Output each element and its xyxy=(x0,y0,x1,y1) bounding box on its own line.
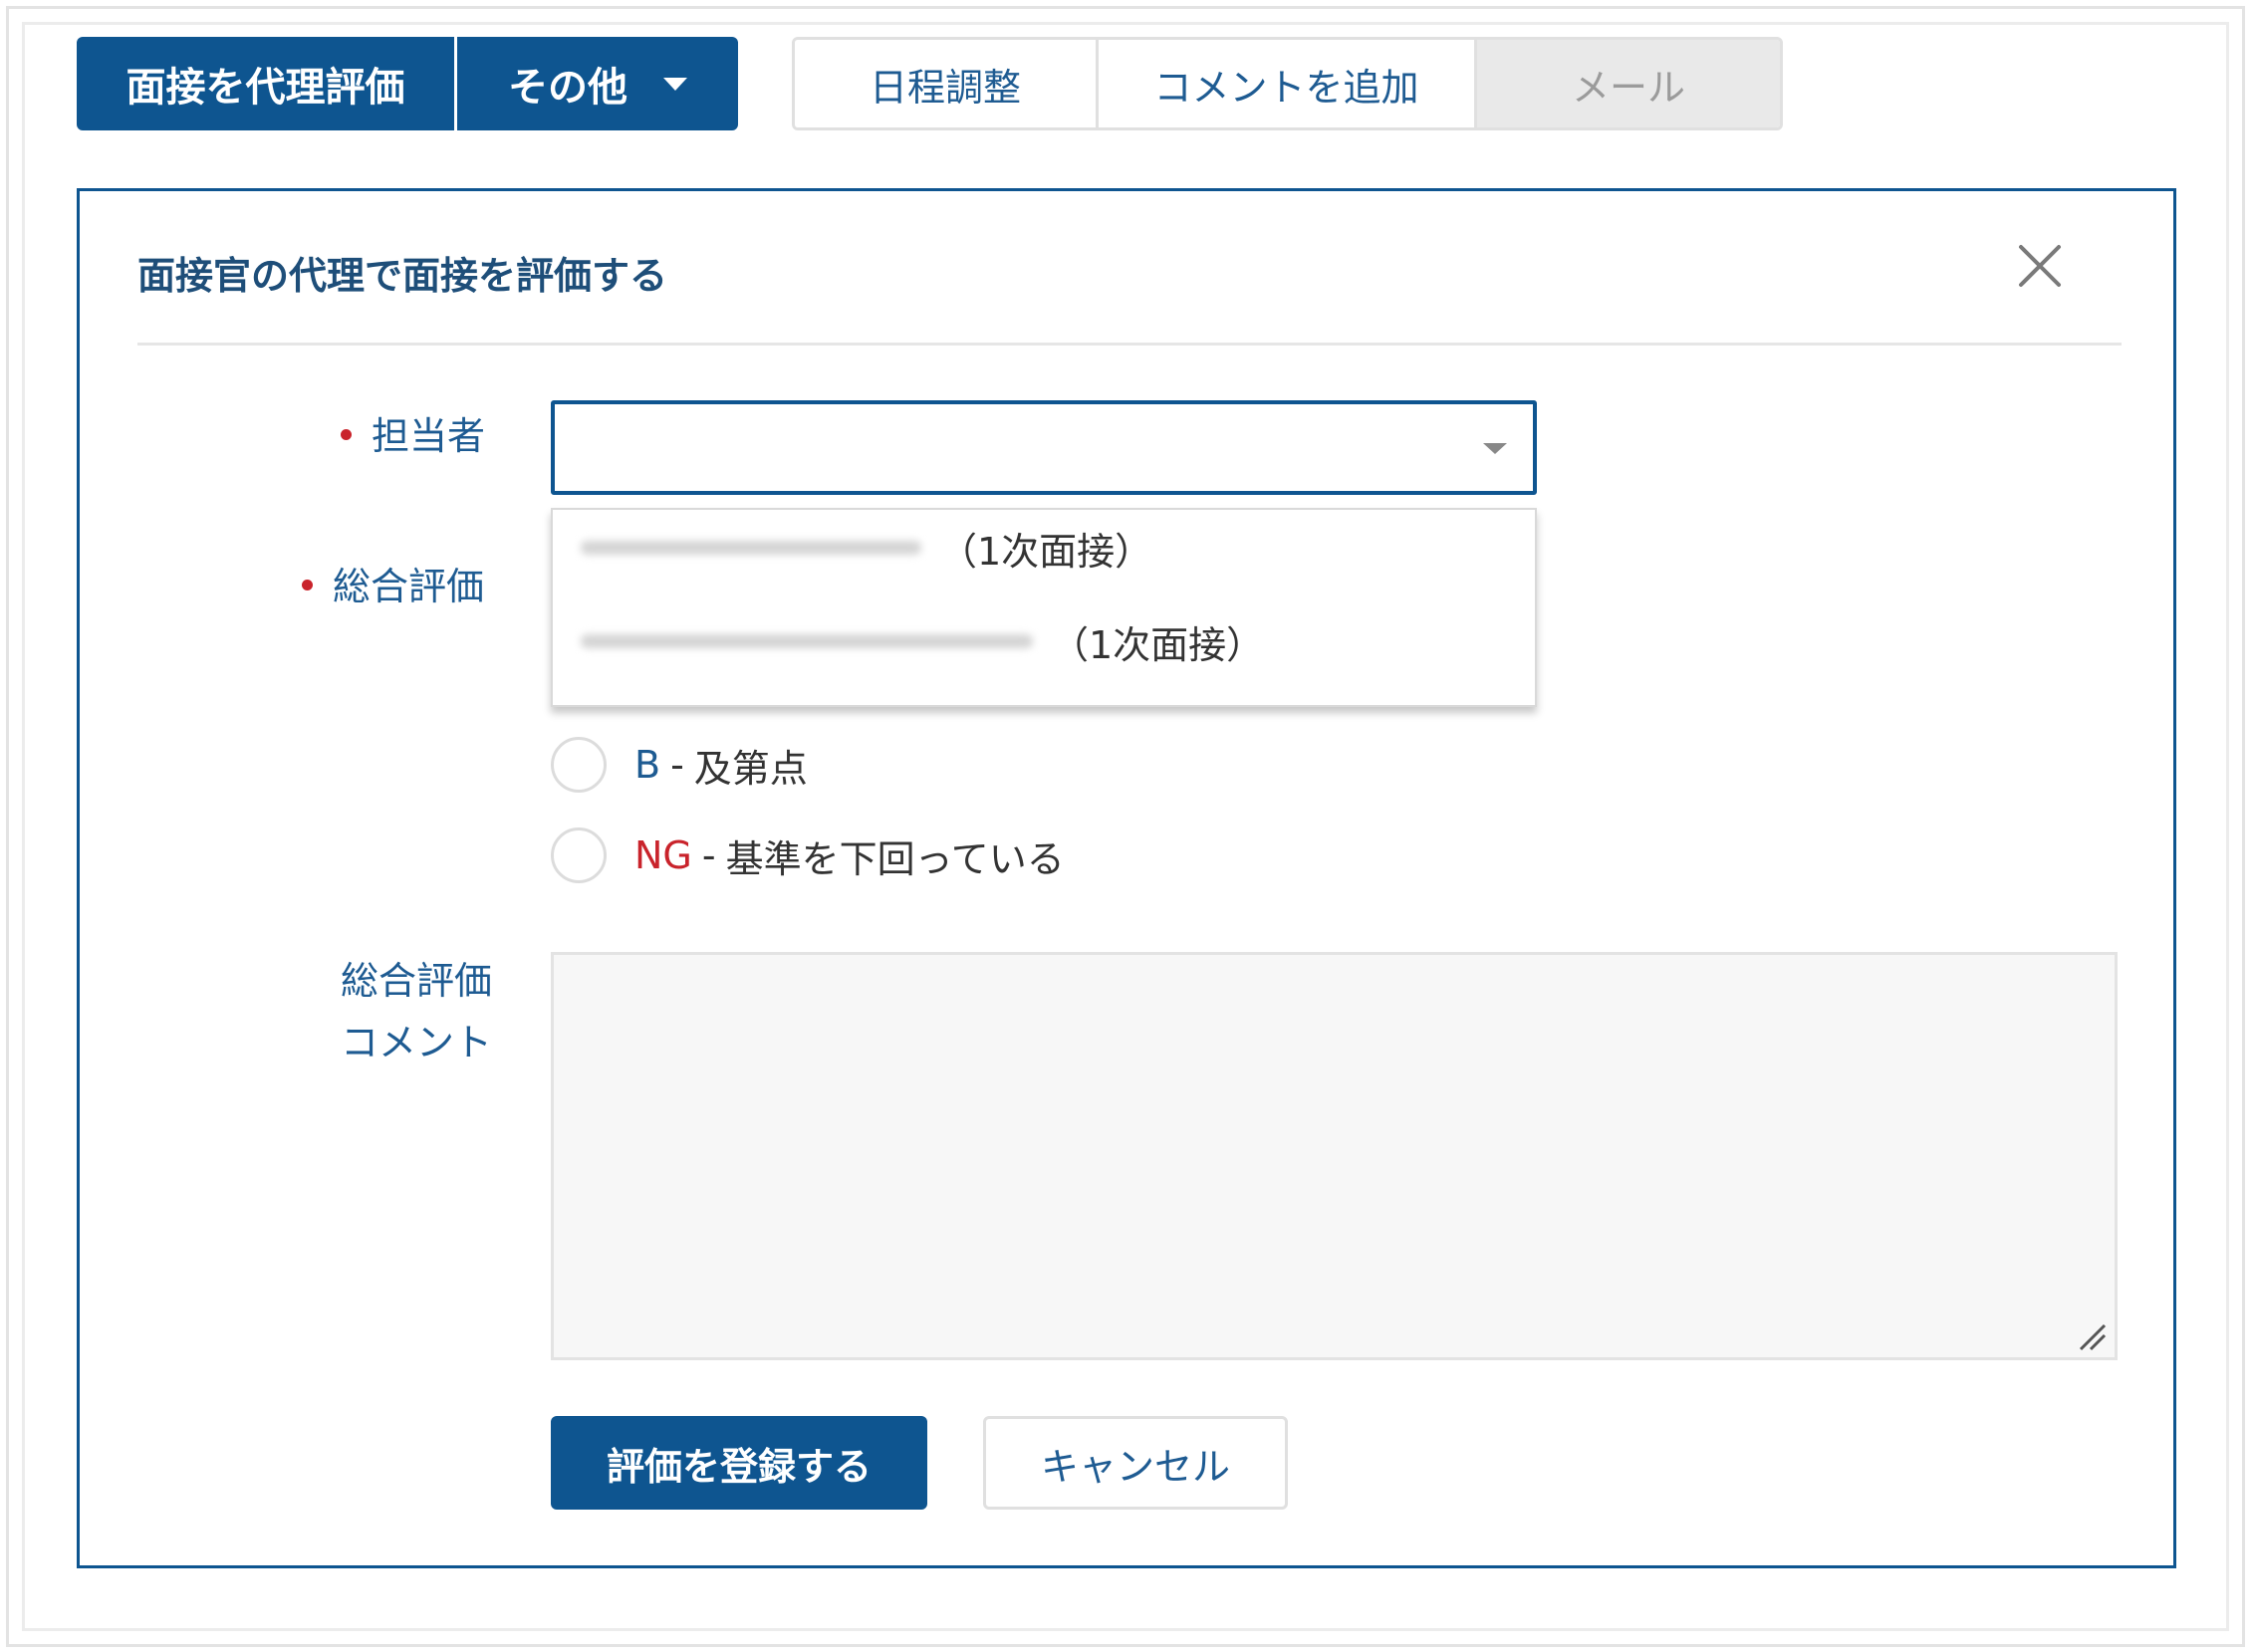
radio-button[interactable] xyxy=(551,737,607,793)
mail-button[interactable]: メール xyxy=(1477,40,1780,127)
redacted-name xyxy=(581,541,921,555)
required-dot-icon xyxy=(341,429,352,440)
grade-option-ng[interactable]: NG - 基準を下回っている xyxy=(551,827,1065,883)
panel-title: 面接官の代理で面接を評価する xyxy=(137,254,668,298)
grade-separator: - xyxy=(701,833,716,877)
assignee-option[interactable]: （1次面接） xyxy=(581,611,1264,671)
assignee-label-text: 担当者 xyxy=(372,414,486,458)
comment-label-line1: 総合評価 xyxy=(341,959,493,1003)
more-label: その他 xyxy=(508,65,627,111)
panel-divider xyxy=(137,343,2122,346)
add-comment-button[interactable]: コメントを追加 xyxy=(1099,40,1477,127)
proxy-evaluate-button[interactable]: 面接を代理評価 xyxy=(77,37,454,130)
cancel-label: キャンセル xyxy=(1040,1444,1230,1489)
grade-code: NG xyxy=(634,833,692,877)
more-dropdown-button[interactable]: その他 xyxy=(457,37,738,130)
proxy-evaluate-label: 面接を代理評価 xyxy=(125,65,405,111)
redacted-name xyxy=(581,634,1033,648)
radio-button[interactable] xyxy=(551,827,607,883)
grade-description: 基準を下回っている xyxy=(725,836,1065,881)
comment-label-line2: コメント xyxy=(341,1021,493,1064)
option-suffix: （1次面接） xyxy=(939,529,1153,574)
grade-description: 及第点 xyxy=(693,746,808,791)
overall-comment-label: 総合評価 コメント xyxy=(341,950,492,1073)
resize-handle-icon[interactable] xyxy=(2077,1321,2107,1351)
grade-option-b[interactable]: B - 及第点 xyxy=(551,737,808,793)
secondary-action-group: 日程調整 コメントを追加 メール xyxy=(792,37,1783,130)
submit-label: 評価を登録する xyxy=(606,1444,872,1489)
grade-code: B xyxy=(634,743,661,787)
schedule-label: 日程調整 xyxy=(869,65,1021,110)
assignee-label: 担当者 xyxy=(341,405,485,460)
assignee-select[interactable] xyxy=(551,400,1537,495)
required-dot-icon xyxy=(302,580,313,590)
schedule-button[interactable]: 日程調整 xyxy=(795,40,1099,127)
chevron-down-icon xyxy=(1483,443,1507,454)
submit-evaluation-button[interactable]: 評価を登録する xyxy=(551,1416,927,1510)
mail-label: メール xyxy=(1571,65,1685,110)
add-comment-label: コメントを追加 xyxy=(1153,65,1419,110)
assignee-option[interactable]: （1次面接） xyxy=(581,518,1152,578)
overall-comment-textarea[interactable] xyxy=(551,952,2118,1360)
primary-action-group: 面接を代理評価 その他 xyxy=(77,37,738,130)
option-suffix: （1次面接） xyxy=(1051,622,1265,667)
overall-label-text: 総合評価 xyxy=(333,565,485,608)
cancel-button[interactable]: キャンセル xyxy=(983,1416,1288,1510)
proxy-evaluation-panel: 面接官の代理で面接を評価する 担当者 （1次面接） （1次面接） 総合評価 B … xyxy=(77,188,2176,1568)
overall-label: 総合評価 xyxy=(302,556,484,610)
assignee-dropdown: （1次面接） （1次面接） xyxy=(551,508,1537,707)
caret-down-icon xyxy=(663,77,687,91)
grade-separator: - xyxy=(670,743,684,787)
close-icon[interactable] xyxy=(2017,243,2063,289)
